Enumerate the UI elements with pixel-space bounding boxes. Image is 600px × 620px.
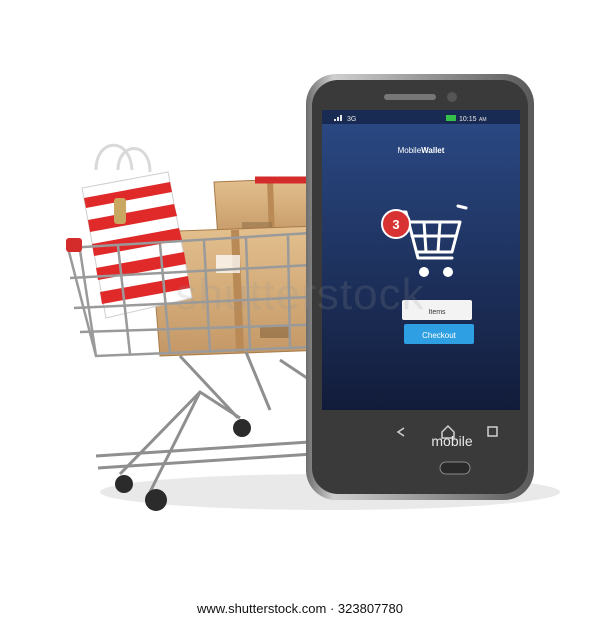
shopping-bag — [81, 143, 193, 319]
items-button-label: Items — [428, 309, 446, 316]
shopping-cart — [66, 143, 348, 511]
product-illustration: 3G 10:15 AM MobileWallet 3 Items Checkou… — [66, 74, 560, 511]
checkout-button-label: Checkout — [422, 331, 457, 340]
front-camera-icon — [447, 92, 457, 102]
status-time: 10:15 — [459, 116, 477, 123]
cart-count: 3 — [392, 217, 399, 232]
image-credit: www.shutterstock.com · 323807780 — [0, 601, 600, 616]
battery-icon — [446, 115, 456, 121]
speaker-grille — [384, 94, 436, 100]
credit-separator: · — [326, 601, 338, 616]
credit-image-id: 323807780 — [337, 601, 403, 616]
smartphone: 3G 10:15 AM MobileWallet 3 Items Checkou… — [306, 74, 534, 500]
cart-handle-grip — [66, 238, 82, 252]
status-ampm: AM — [479, 117, 487, 123]
status-network: 3G — [347, 116, 356, 123]
app-title: MobileWallet — [398, 146, 445, 155]
credit-site: www.shutterstock.com — [197, 601, 327, 616]
phone-screen — [322, 110, 520, 410]
home-button[interactable] — [439, 461, 471, 475]
phone-brand: mobile — [431, 433, 472, 449]
